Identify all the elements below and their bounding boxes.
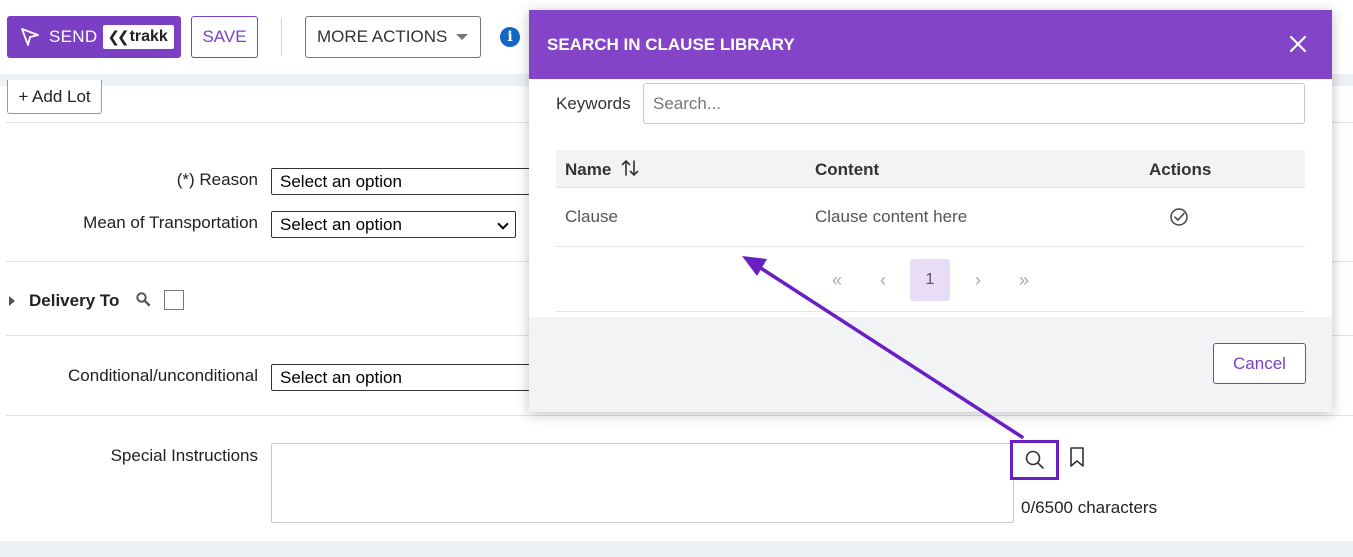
conditional-select[interactable]: Select an option (271, 364, 541, 391)
send-cursor-icon (21, 28, 39, 46)
modal-footer: Cancel (529, 317, 1332, 412)
delivery-to-checkbox[interactable] (164, 290, 184, 310)
caret-down-icon (456, 34, 469, 40)
expand-triangle-icon[interactable] (9, 296, 15, 306)
cancel-button[interactable]: Cancel (1213, 343, 1306, 384)
next-page-button[interactable]: › (958, 259, 998, 301)
modal-header: SEARCH IN CLAUSE LIBRARY (529, 10, 1332, 79)
page-1-button[interactable]: 1 (910, 259, 950, 301)
search-icon[interactable] (135, 291, 151, 307)
table-header: Name Content Actions (556, 150, 1305, 188)
transport-label: Mean of Transportation (83, 213, 258, 232)
info-icon[interactable]: i (500, 27, 520, 47)
add-lot-button[interactable]: + Add Lot (7, 80, 102, 114)
prev-page-button[interactable]: ‹ (863, 259, 903, 301)
trakk-logo: ❮❮ trakk (103, 25, 174, 49)
save-button[interactable]: SAVE (191, 16, 258, 58)
delivery-to-label: Delivery To (29, 291, 120, 310)
column-header-content: Content (815, 160, 880, 179)
send-trakk-button[interactable]: SEND ❮❮ trakk (7, 16, 181, 58)
select-check-icon[interactable] (1169, 207, 1189, 227)
page-bottom-strip (0, 541, 1353, 557)
conditional-label: Conditional/unconditional (68, 366, 258, 385)
column-header-name[interactable]: Name (565, 160, 611, 180)
chevron-down-icon (497, 218, 509, 230)
more-actions-dropdown[interactable]: MORE ACTIONS (305, 16, 481, 58)
clause-name-cell: Clause (565, 207, 618, 226)
table-row[interactable]: Clause Clause content here (556, 188, 1305, 247)
close-icon[interactable] (1286, 32, 1310, 56)
special-instructions-label: Special Instructions (110, 446, 258, 465)
divider (556, 311, 1305, 312)
transport-select-value: Select an option (280, 214, 402, 234)
reason-label: (*) Reason (176, 170, 258, 189)
conditional-select-value: Select an option (280, 367, 402, 387)
search-icon (1025, 450, 1044, 469)
bookmark-icon[interactable] (1068, 446, 1086, 468)
clause-content-cell: Clause content here (815, 207, 968, 226)
transport-select[interactable]: Select an option (271, 211, 516, 238)
reason-select-value: Select an option (280, 171, 402, 191)
divider (6, 415, 1353, 416)
sort-icon[interactable] (620, 158, 640, 178)
keywords-label: Keywords (556, 94, 631, 113)
toolbar-divider (281, 18, 282, 56)
trakk-brand-name: trakk (129, 28, 168, 45)
modal-title: SEARCH IN CLAUSE LIBRARY (547, 34, 795, 54)
first-page-button[interactable]: « (817, 259, 857, 301)
last-page-button[interactable]: » (1004, 259, 1044, 301)
trakk-chevron-icon: ❮❮ (107, 29, 129, 46)
column-header-actions: Actions (1149, 160, 1212, 179)
reason-select[interactable]: Select an option (271, 168, 541, 195)
character-counter: 0/6500 characters (1021, 498, 1158, 517)
special-instructions-textarea[interactable] (271, 443, 1014, 523)
pagination: « ‹ 1 › » (529, 259, 1332, 301)
search-clause-button[interactable] (1010, 440, 1059, 480)
clause-library-modal: SEARCH IN CLAUSE LIBRARY Keywords Name C… (529, 10, 1332, 412)
keywords-search-input[interactable] (643, 83, 1305, 124)
send-label: SEND (49, 27, 98, 46)
more-actions-label: MORE ACTIONS (317, 27, 448, 46)
